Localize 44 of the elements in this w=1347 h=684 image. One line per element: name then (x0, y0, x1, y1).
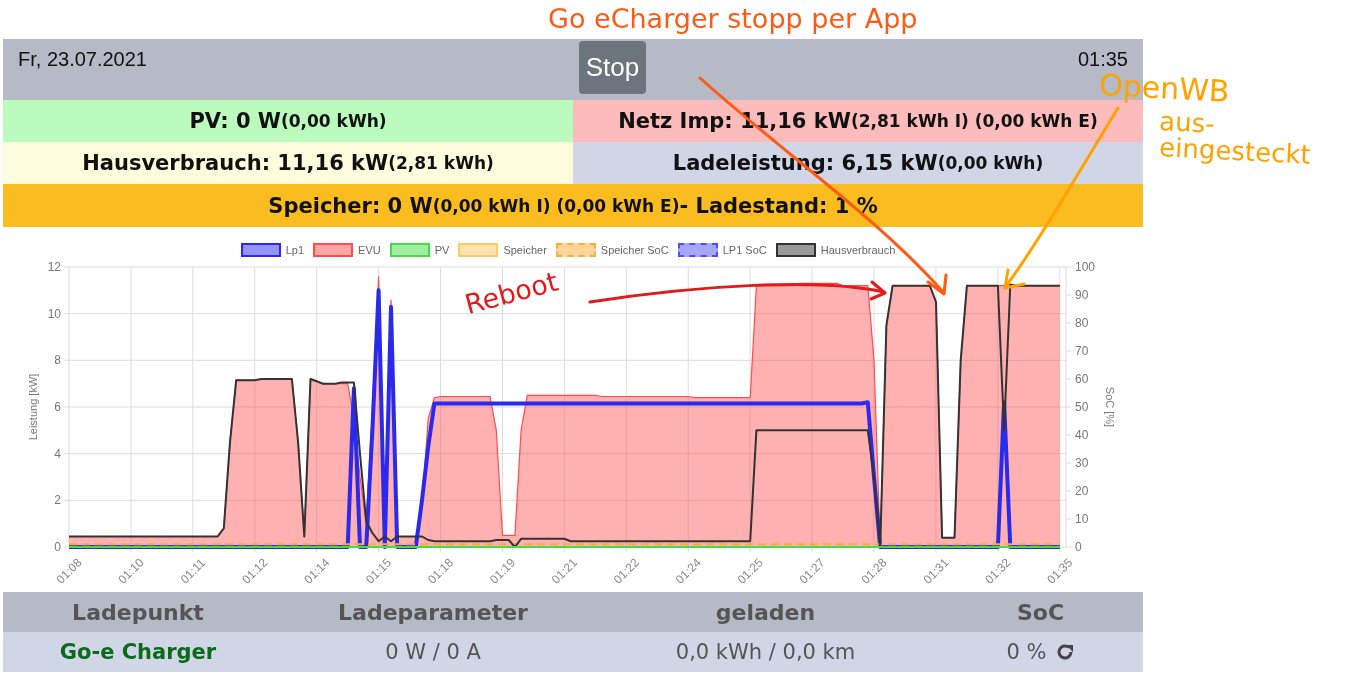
table-value: 0 % (1006, 640, 1047, 664)
axis-tick-label: 100 (1075, 260, 1096, 274)
axis-tick-label: 0 (1075, 540, 1082, 554)
legend-label: Speicher (503, 244, 547, 256)
handwritten-note: Go eCharger stopp per App (548, 5, 918, 32)
column-header: Ladeparameter (337, 598, 529, 627)
axis-title: SoC [%] (1104, 386, 1116, 428)
legend-label: LP1 SoC (722, 244, 767, 256)
column-header: Ladepunkt (71, 598, 205, 627)
axis-tick-label: 60 (1075, 372, 1089, 386)
stat-panel: Hausverbrauch: 11,16 kW(2,81 kWh) (3, 142, 573, 184)
axis-tick-label: 80 (1075, 316, 1089, 330)
axis-tick-label: 4 (54, 446, 61, 461)
stat-panel: PV: 0 W(0,00 kWh) (3, 100, 573, 142)
legend-label: Speicher SoC (600, 244, 669, 256)
axis-tick-label: 6 (54, 400, 61, 414)
legend-label: Lp1 (285, 244, 305, 256)
axis-title: Leistung [kW] (27, 373, 39, 441)
axis-tick-label: 50 (1075, 400, 1089, 414)
axis-tick-label: 8 (54, 353, 61, 368)
axis-tick-label: 12 (47, 260, 61, 274)
axis-tick-label: 40 (1075, 428, 1089, 442)
axis-tick-label: 30 (1075, 456, 1089, 470)
axis-tick-label: 10 (1075, 512, 1089, 526)
stop-button[interactable]: Stop (578, 41, 647, 94)
column-header: SoC (1015, 598, 1066, 627)
axis-tick-label: 90 (1075, 288, 1089, 302)
axis-tick-label: 2 (54, 493, 61, 508)
legend-label: EVU (358, 244, 381, 256)
legend-label: PV (434, 244, 450, 256)
handwritten-note: aus- (1158, 108, 1216, 137)
axis-tick-label: 10 (47, 306, 61, 321)
charger-name: Go-e Charger (58, 639, 218, 666)
axis-tick-label: 70 (1075, 344, 1089, 358)
time-label: 01:35 (1077, 48, 1128, 71)
axis-tick-label: 20 (1075, 484, 1089, 498)
axis-tick-label: 0 (54, 540, 61, 554)
handwritten-note: Reboot (462, 267, 561, 319)
legend-label: Hausverbrauch (820, 244, 896, 256)
handwritten-note: eingesteckt (1158, 134, 1312, 168)
table-value: 0,0 kWh / 0,0 km (674, 639, 857, 666)
date-label: Fr, 23.07.2021 (18, 48, 147, 71)
table-value: 0 W / 0 A (384, 639, 482, 666)
column-header: geladen (714, 598, 817, 627)
